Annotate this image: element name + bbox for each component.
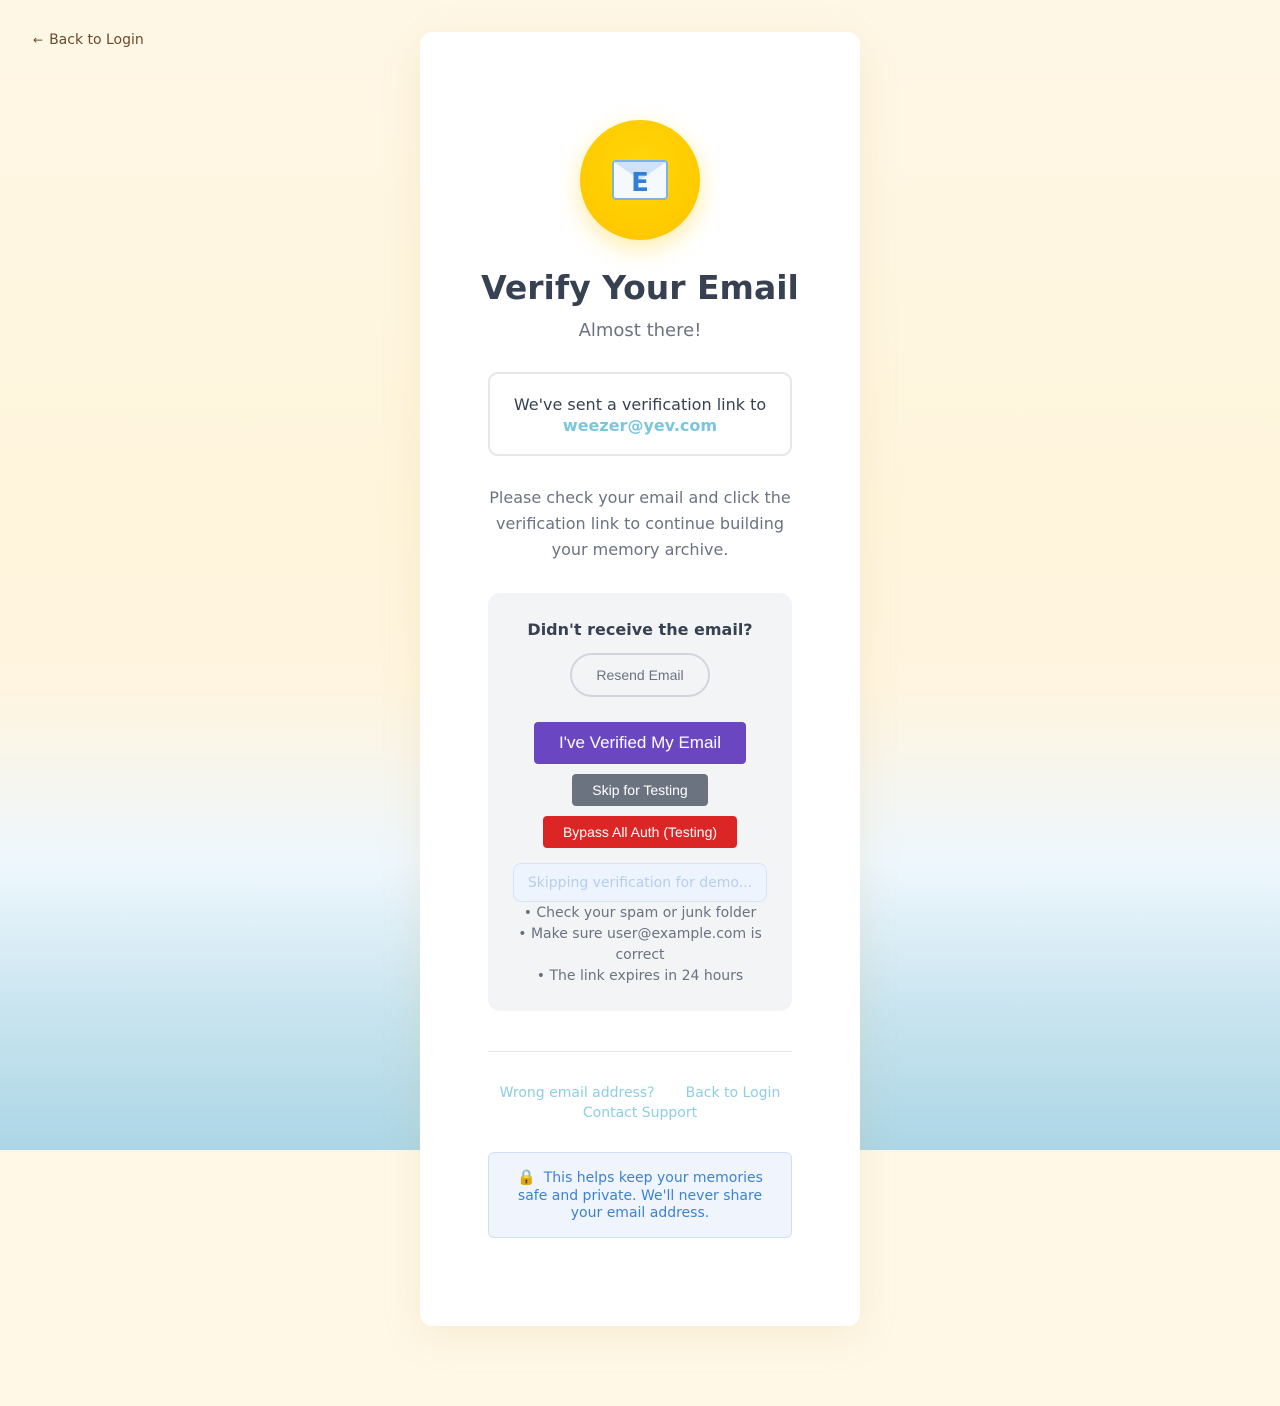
skip-for-testing-button[interactable]: Skip for Testing: [572, 774, 708, 806]
list-item: • The link expires in 24 hours: [536, 968, 744, 984]
divider: [488, 1051, 792, 1052]
sent-notice: We've sent a verification link to weezer…: [488, 372, 792, 456]
page-title: Verify Your Email: [481, 268, 799, 307]
lock-icon: 🔒: [517, 1168, 536, 1186]
page-subtitle: Almost there!: [578, 320, 702, 341]
arrow-left-icon: ←: [33, 33, 44, 47]
envelope-icon: E: [612, 160, 668, 200]
sent-notice-email: weezer@yev.com: [562, 416, 718, 435]
list-item: • Check your spam or junk folder: [523, 905, 757, 921]
bypass-auth-button[interactable]: Bypass All Auth (Testing): [543, 816, 737, 848]
envelope-letter: E: [631, 168, 649, 198]
back-to-login-footer-link[interactable]: Back to Login: [686, 1085, 781, 1101]
help-title: Didn't receive the email?: [527, 620, 753, 639]
sent-notice-text: We've sent a verification link to: [513, 395, 767, 414]
tips-list: • Check your spam or junk folder • Make …: [508, 903, 772, 987]
verify-card: E Verify Your Email Almost there! We've …: [420, 32, 860, 1326]
help-panel: Didn't receive the email? Resend Email I…: [488, 593, 792, 1011]
resend-email-button[interactable]: Resend Email: [570, 653, 710, 697]
back-to-login-link[interactable]: ← Back to Login: [33, 32, 144, 48]
list-item: • Make sure user@example.com is correct: [518, 926, 762, 963]
verified-email-button[interactable]: I've Verified My Email: [534, 722, 746, 764]
back-to-login-label: Back to Login: [49, 32, 144, 48]
privacy-notice: 🔒 This helps keep your memories safe and …: [488, 1152, 792, 1238]
status-message: Skipping verification for demo...: [513, 863, 767, 902]
contact-support-link[interactable]: Contact Support: [583, 1105, 697, 1121]
wrong-email-link[interactable]: Wrong email address?: [500, 1085, 655, 1101]
privacy-text: This helps keep your memories safe and p…: [517, 1170, 763, 1221]
envelope-icon-badge: E: [580, 120, 700, 240]
instructions-text: Please check your email and click the ve…: [489, 488, 791, 559]
footer-links: Wrong email address? Back to Login Contac…: [488, 1083, 792, 1123]
